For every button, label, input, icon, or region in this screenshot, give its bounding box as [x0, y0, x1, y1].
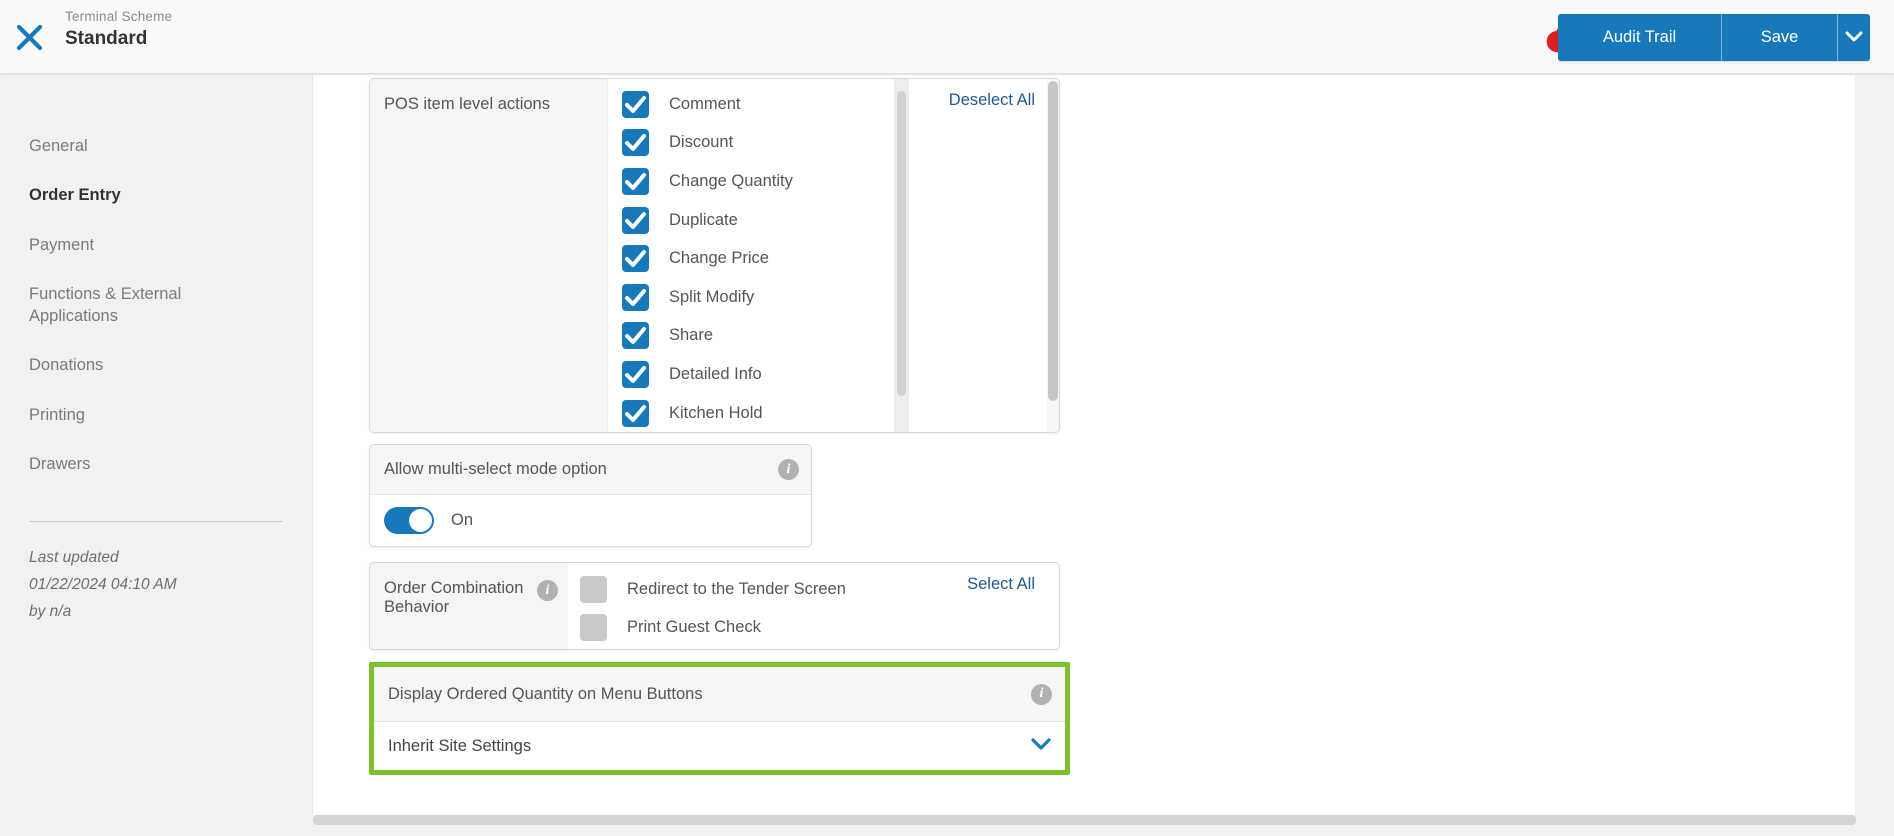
last-updated-label: Last updated: [29, 549, 119, 567]
display-ordered-quantity-label: Display Ordered Quantity on Menu Buttons: [388, 684, 703, 703]
list-item: Detailed Info: [608, 355, 894, 394]
checkbox-change-price[interactable]: [622, 245, 649, 273]
checkbox-split-modify[interactable]: [622, 283, 649, 311]
sidebar-item-general[interactable]: General: [29, 135, 284, 157]
list-item: Split Modify: [608, 278, 894, 317]
option-label: Redirect to the Tender Screen: [627, 579, 846, 598]
checkbox-share[interactable]: [622, 322, 649, 350]
panel-scrollbar[interactable]: [1047, 79, 1059, 432]
sidebar-divider: [29, 521, 283, 523]
option-label: Discount: [669, 133, 734, 152]
order-combination-behavior-section: Order Combination Behavior i Redirect to…: [369, 562, 1060, 650]
checkbox-change-quantity[interactable]: [622, 167, 649, 195]
last-updated-date: 01/22/2024 04:10 AM: [29, 576, 177, 594]
list-item: Discount: [608, 124, 894, 163]
audit-trail-button[interactable]: Audit Trail: [1558, 14, 1721, 61]
checkbox-redirect-tender-screen[interactable]: [580, 575, 607, 603]
option-label: Kitchen Hold: [669, 403, 763, 422]
entity-type-label: Terminal Scheme: [65, 9, 173, 24]
order-entry-settings-panel: POS item level actions Comment Discount …: [312, 75, 1855, 815]
pos-item-actions-list: Comment Discount Change Quantity Duplica…: [608, 79, 894, 432]
dropdown-selected-value: Inherit Site Settings: [388, 736, 532, 755]
option-label: Split Modify: [669, 287, 755, 306]
pos-item-actions-label: POS item level actions: [370, 79, 608, 432]
list-item: Change Price: [608, 239, 894, 278]
settings-sidebar: General Order Entry Payment Functions & …: [0, 75, 312, 836]
checkbox-discount[interactable]: [622, 129, 649, 157]
toggle-knob: [409, 509, 432, 532]
option-label: Comment: [669, 94, 741, 113]
chevron-down-icon: [1031, 737, 1051, 755]
sidebar-item-drawers[interactable]: Drawers: [29, 453, 284, 475]
sidebar-item-printing[interactable]: Printing: [29, 404, 284, 426]
select-all-link[interactable]: Select All: [967, 575, 1035, 594]
panel-scrollbar-thumb[interactable]: [1048, 81, 1058, 401]
option-label: Detailed Info: [669, 364, 762, 383]
list-item: Change Quantity: [608, 162, 894, 201]
save-button[interactable]: Save: [1721, 14, 1837, 61]
info-icon[interactable]: i: [537, 580, 558, 601]
sidebar-item-order-entry[interactable]: Order Entry: [29, 184, 284, 206]
order-combination-label: Order Combination Behavior: [384, 579, 524, 616]
display-ordered-quantity-section-highlighted: Display Ordered Quantity on Menu Buttons…: [369, 662, 1070, 775]
option-label: Share: [669, 326, 714, 345]
last-updated-by: by n/a: [29, 603, 72, 621]
chevron-down-icon: [1845, 28, 1863, 47]
deselect-all-link[interactable]: Deselect All: [949, 91, 1035, 110]
list-item: Comment: [608, 85, 894, 124]
inner-scrollbar-thumb[interactable]: [897, 91, 906, 396]
checkbox-print-guest-check[interactable]: [580, 614, 607, 642]
checkbox-comment[interactable]: [622, 90, 649, 118]
horizontal-scrollbar[interactable]: [313, 815, 1856, 825]
inner-scrollbar[interactable]: [894, 79, 909, 432]
header-action-buttons: Audit Trail Save: [1558, 14, 1870, 61]
option-label: Change Quantity: [669, 171, 793, 190]
list-item: Redirect to the Tender Screen: [580, 570, 846, 609]
option-label: Duplicate: [669, 210, 738, 229]
list-item: Duplicate: [608, 201, 894, 240]
save-dropdown-button[interactable]: [1837, 14, 1870, 61]
display-ordered-quantity-dropdown[interactable]: Inherit Site Settings: [374, 722, 1065, 770]
app-header: Terminal Scheme Standard ! Audit Trail S…: [0, 0, 1894, 74]
close-icon[interactable]: [12, 20, 46, 54]
list-item: Share: [608, 317, 894, 356]
pos-item-level-actions-section: POS item level actions Comment Discount …: [369, 78, 1060, 433]
multi-select-toggle[interactable]: [384, 507, 434, 534]
toggle-state-label: On: [451, 511, 474, 529]
option-label: Change Price: [669, 249, 769, 268]
page-title-block: Terminal Scheme Standard: [65, 9, 172, 50]
sidebar-item-functions-external-applications[interactable]: Functions & External Applications: [29, 283, 189, 328]
checkbox-duplicate[interactable]: [622, 206, 649, 234]
page-title: Standard: [65, 28, 148, 49]
info-icon[interactable]: i: [778, 459, 799, 480]
multi-select-mode-section: Allow multi-select mode option i On: [369, 444, 812, 547]
option-label: Print Guest Check: [627, 618, 761, 637]
sidebar-item-donations[interactable]: Donations: [29, 354, 284, 376]
sidebar-item-payment[interactable]: Payment: [29, 234, 284, 256]
list-item: Print Guest Check: [580, 609, 846, 648]
list-item: Kitchen Hold: [608, 394, 894, 432]
info-icon[interactable]: i: [1031, 683, 1052, 705]
checkbox-detailed-info[interactable]: [622, 360, 649, 388]
checkbox-kitchen-hold[interactable]: [622, 399, 649, 427]
multi-select-label: Allow multi-select mode option: [384, 460, 607, 478]
